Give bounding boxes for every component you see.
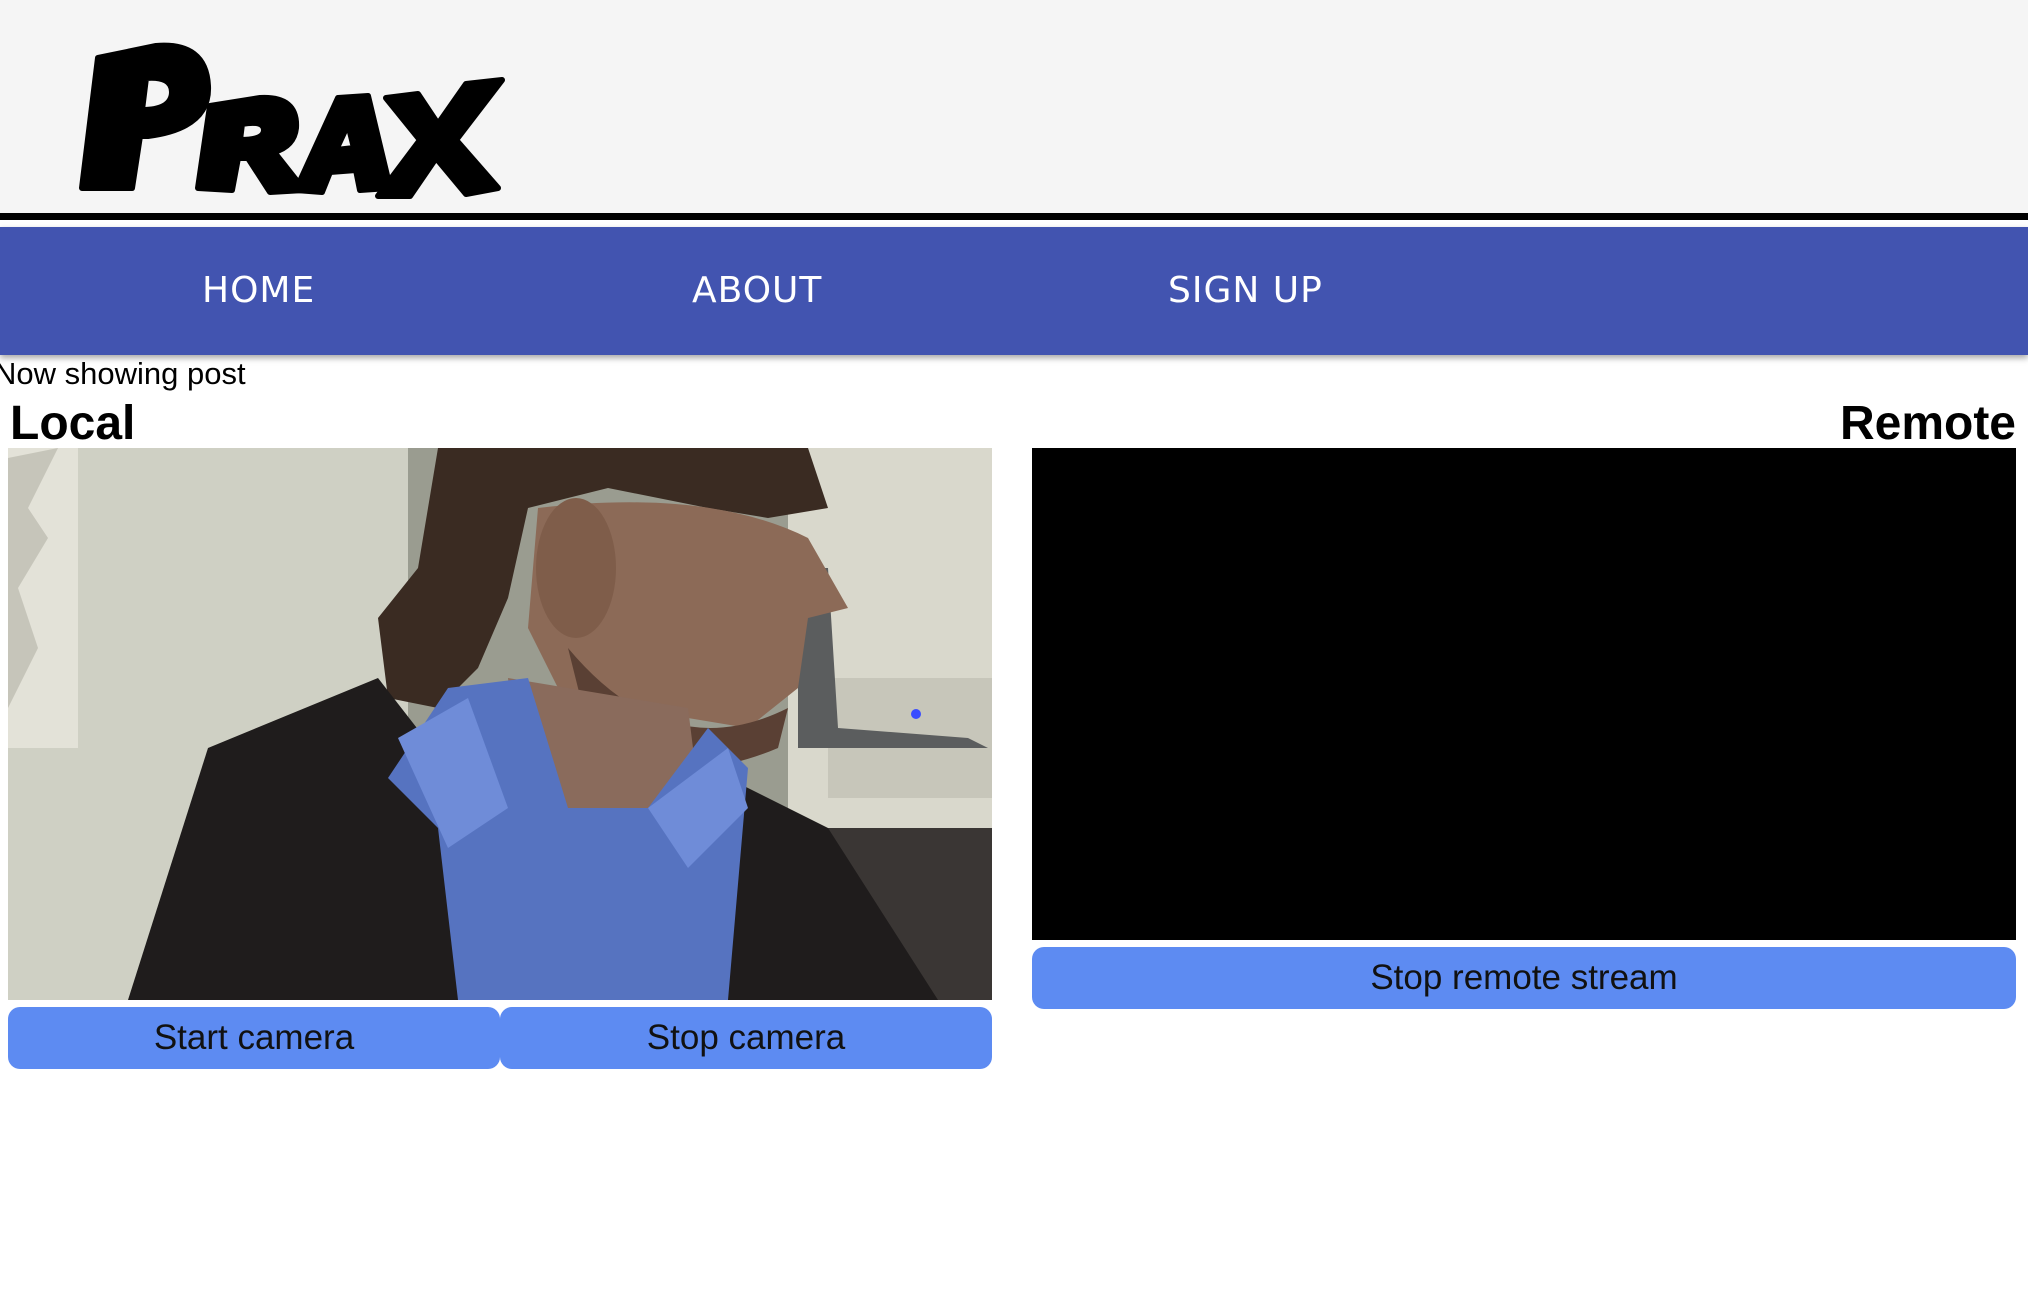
local-title: Local (10, 397, 136, 450)
stop-camera-button[interactable]: Stop camera (500, 1007, 992, 1069)
prax-logo[interactable] (68, 28, 528, 203)
local-video (8, 448, 992, 1000)
nav-home[interactable]: HOME (202, 227, 315, 355)
remote-title: Remote (1839, 397, 2016, 450)
remote-video (1032, 448, 2016, 940)
status-text: Now showing post (0, 356, 246, 391)
nav-about[interactable]: ABOUT (692, 227, 822, 355)
nav-sign-up[interactable]: SIGN UP (1168, 227, 1323, 355)
stop-remote-stream-button[interactable]: Stop remote stream (1032, 947, 2016, 1009)
start-camera-button[interactable]: Start camera (8, 1007, 500, 1069)
main-nav: HOME ABOUT SIGN UP (0, 227, 2028, 355)
site-header (0, 0, 2028, 220)
